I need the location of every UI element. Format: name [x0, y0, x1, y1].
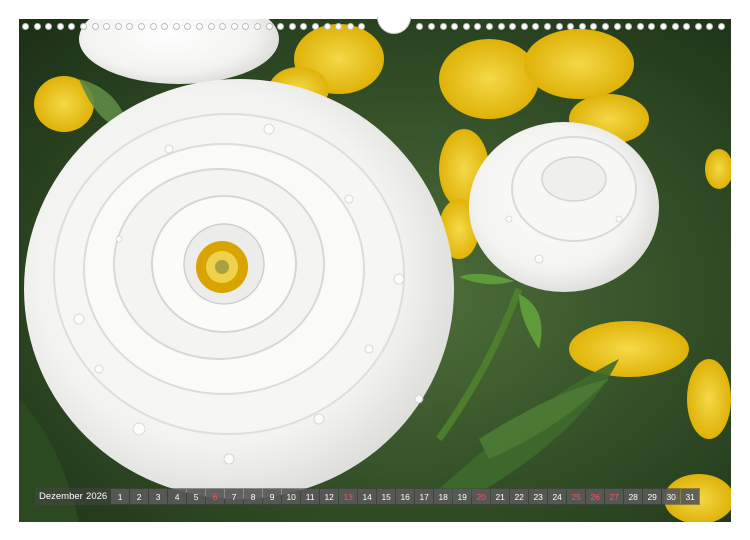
binding-hole	[636, 23, 644, 30]
day-cell: 17	[415, 489, 434, 504]
month-name: Dezember	[39, 491, 83, 502]
binding-hole	[184, 23, 192, 30]
binding-hole	[45, 23, 53, 30]
binding-hole	[428, 23, 435, 30]
binding-hole	[346, 23, 354, 30]
binding-hole	[68, 23, 76, 30]
day-cell: 11	[301, 489, 320, 504]
binding-hole	[694, 23, 702, 30]
day-cell: 10	[282, 489, 301, 504]
day-cell: 1	[111, 489, 130, 504]
binding-hole	[114, 23, 122, 30]
day-cell: 28	[624, 489, 643, 504]
binding-hole	[509, 23, 517, 30]
binding-hole	[22, 23, 29, 30]
day-cell: 22	[510, 489, 529, 504]
binding-hole	[230, 23, 238, 30]
binding-hole	[207, 23, 215, 30]
flower-bud	[469, 122, 659, 292]
day-cell: 16	[396, 489, 415, 504]
binding-hole	[358, 23, 366, 30]
binding-hole	[161, 23, 169, 30]
day-cell: 6	[206, 489, 225, 504]
year: 2026	[86, 491, 108, 502]
binding-hole	[103, 23, 111, 30]
day-list: 1 2 3 4 5 6 7 8 9 10 11 12 13 14 15 16 17 18 19 20 21 22 23 24 2…	[111, 489, 700, 504]
binding-hole	[544, 23, 551, 30]
binding-hole	[91, 23, 99, 30]
binding-hole	[590, 23, 598, 30]
binding-hole	[451, 23, 459, 30]
day-cell: 12	[320, 489, 339, 504]
binding-hole	[138, 23, 145, 30]
binding-hole	[80, 23, 87, 30]
binding-hole	[33, 23, 41, 30]
binding-hole	[439, 23, 447, 30]
binding-hole	[648, 23, 656, 30]
binding-hole	[462, 23, 470, 30]
calendar-page: Dezember 2026 1 2 3 4 5 6 7 8 9 10 11 12 13 14 15 16 17 1…	[0, 0, 750, 540]
binding-hole	[578, 23, 586, 30]
day-cell: 7	[225, 489, 244, 504]
binding-hole	[532, 23, 540, 30]
day-cell: 31	[681, 489, 700, 504]
flower-photo	[19, 19, 731, 522]
binding-hole	[149, 23, 157, 30]
main-flower	[24, 79, 454, 499]
binding-hole	[706, 23, 714, 30]
binding-hole	[474, 23, 482, 30]
hanger-notch	[377, 17, 411, 34]
binding-hole	[613, 23, 621, 30]
binding-hole	[288, 23, 296, 30]
day-cell: 18	[434, 489, 453, 504]
day-cell: 26	[586, 489, 605, 504]
day-cell: 27	[605, 489, 624, 504]
day-cell: 4	[168, 489, 187, 504]
day-cell: 5	[187, 489, 206, 504]
day-cell: 23	[529, 489, 548, 504]
binding-hole	[56, 23, 64, 30]
binding-hole	[486, 23, 493, 30]
binding-hole	[335, 23, 343, 30]
binding-hole	[683, 23, 691, 30]
binding-hole	[520, 23, 528, 30]
day-cell: 13	[339, 489, 358, 504]
binding-hole	[323, 23, 331, 30]
binding-hole	[196, 23, 203, 30]
binding-hole	[300, 23, 308, 30]
day-cell: 8	[244, 489, 263, 504]
binding-hole	[265, 23, 273, 30]
binding-hole	[172, 23, 180, 30]
day-cell: 21	[491, 489, 510, 504]
binding-hole	[660, 23, 667, 30]
day-cell: 2	[130, 489, 149, 504]
binding-hole	[254, 23, 261, 30]
month-label: Dezember 2026	[36, 488, 111, 505]
binding-hole	[625, 23, 633, 30]
day-cell: 24	[548, 489, 567, 504]
day-cell: 15	[377, 489, 396, 504]
day-cell: 3	[149, 489, 168, 504]
binding-hole	[567, 23, 575, 30]
day-cell: 9	[263, 489, 282, 504]
binding-hole	[312, 23, 319, 30]
binding-hole	[602, 23, 609, 30]
binding-hole	[718, 23, 725, 30]
binding-hole	[126, 23, 134, 30]
day-cell: 25	[567, 489, 586, 504]
calendar-strip: Dezember 2026 1 2 3 4 5 6 7 8 9 10 11 12 13 14 15 16 17 1…	[35, 488, 701, 505]
binding-hole	[416, 23, 424, 30]
day-cell: 14	[358, 489, 377, 504]
day-cell: 20	[472, 489, 491, 504]
binding-hole	[555, 23, 563, 30]
spiral-binding	[19, 17, 731, 34]
day-cell: 29	[643, 489, 662, 504]
binding-hole	[219, 23, 227, 30]
binding-hole	[277, 23, 285, 30]
binding-hole	[671, 23, 679, 30]
binding-hole	[242, 23, 250, 30]
day-cell: 30	[662, 489, 681, 504]
day-cell: 19	[453, 489, 472, 504]
binding-hole	[497, 23, 505, 30]
